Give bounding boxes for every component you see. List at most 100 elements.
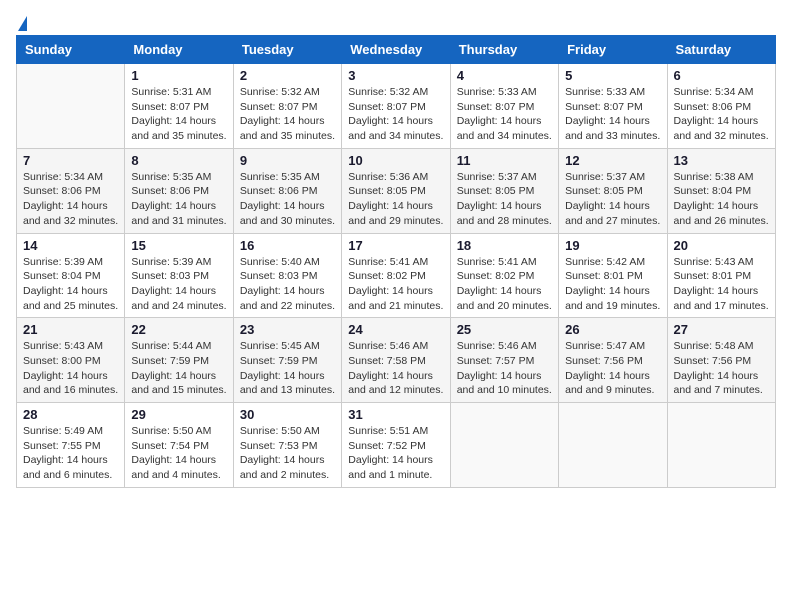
calendar-header-wednesday: Wednesday (342, 36, 450, 64)
day-number: 27 (674, 322, 769, 337)
daylight-line2: and and 35 minutes. (240, 129, 335, 144)
daylight-line1: Daylight: 14 hours (23, 369, 118, 384)
day-number: 23 (240, 322, 335, 337)
calendar-cell: 26Sunrise: 5:47 AMSunset: 7:56 PMDayligh… (559, 318, 667, 403)
daylight-line2: and and 13 minutes. (240, 383, 335, 398)
sunrise-text: Sunrise: 5:46 AM (457, 339, 552, 354)
day-number: 15 (131, 238, 226, 253)
sunrise-text: Sunrise: 5:42 AM (565, 255, 660, 270)
calendar-cell: 19Sunrise: 5:42 AMSunset: 8:01 PMDayligh… (559, 233, 667, 318)
calendar-header-row: SundayMondayTuesdayWednesdayThursdayFrid… (17, 36, 776, 64)
calendar-cell: 11Sunrise: 5:37 AMSunset: 8:05 PMDayligh… (450, 148, 558, 233)
day-info: Sunrise: 5:41 AMSunset: 8:02 PMDaylight:… (348, 255, 443, 314)
sunrise-text: Sunrise: 5:51 AM (348, 424, 443, 439)
daylight-line1: Daylight: 14 hours (240, 453, 335, 468)
day-number: 17 (348, 238, 443, 253)
sunrise-text: Sunrise: 5:38 AM (674, 170, 769, 185)
sunset-text: Sunset: 8:04 PM (23, 269, 118, 284)
calendar-cell: 16Sunrise: 5:40 AMSunset: 8:03 PMDayligh… (233, 233, 341, 318)
sunset-text: Sunset: 8:05 PM (348, 184, 443, 199)
sunrise-text: Sunrise: 5:32 AM (348, 85, 443, 100)
calendar-cell: 28 Sunrise: 5:49 AMSunset: 7:55 PMDayligh… (17, 403, 125, 488)
sunset-text: Sunset: 8:02 PM (457, 269, 552, 284)
daylight-line1: Daylight: 14 hours (23, 199, 118, 214)
sunrise-text: Sunrise: 5:41 AM (348, 255, 443, 270)
calendar-header-sunday: Sunday (17, 36, 125, 64)
day-number: 25 (457, 322, 552, 337)
day-info: Sunrise: 5:47 AMSunset: 7:56 PMDaylight:… (565, 339, 660, 398)
day-info: Sunrise: 5:31 AMSunset: 8:07 PMDaylight:… (131, 85, 226, 144)
day-info: Sunrise: 5:46 AMSunset: 7:58 PMDaylight:… (348, 339, 443, 398)
sunset-text: Sunset: 8:07 PM (348, 100, 443, 115)
sunrise-text: Sunrise: 5:41 AM (457, 255, 552, 270)
day-number: 21 (23, 322, 118, 337)
sunset-text: Sunset: 7:56 PM (674, 354, 769, 369)
day-info: Sunrise: 5:49 AMSunset: 7:55 PMDaylight:… (23, 424, 118, 483)
day-number: 13 (674, 153, 769, 168)
daylight-line2: and and 9 minutes. (565, 383, 660, 398)
calendar-week-row: 1 Sunrise: 5:31 AMSunset: 8:07 PMDaylight… (17, 64, 776, 149)
day-number: 7 (23, 153, 118, 168)
day-info: Sunrise: 5:48 AMSunset: 7:56 PMDaylight:… (674, 339, 769, 398)
daylight-line1: Daylight: 14 hours (674, 199, 769, 214)
calendar-cell: 15Sunrise: 5:39 AMSunset: 8:03 PMDayligh… (125, 233, 233, 318)
page-header (16, 16, 776, 27)
daylight-line2: and and 26 minutes. (674, 214, 769, 229)
daylight-line1: Daylight: 14 hours (240, 199, 335, 214)
calendar-header-thursday: Thursday (450, 36, 558, 64)
daylight-line1: Daylight: 14 hours (348, 453, 443, 468)
calendar-cell: 18Sunrise: 5:41 AMSunset: 8:02 PMDayligh… (450, 233, 558, 318)
daylight-line2: and and 24 minutes. (131, 299, 226, 314)
day-number: 14 (23, 238, 118, 253)
day-info: Sunrise: 5:43 AMSunset: 8:00 PMDaylight:… (23, 339, 118, 398)
sunset-text: Sunset: 8:06 PM (23, 184, 118, 199)
sunset-text: Sunset: 8:06 PM (131, 184, 226, 199)
daylight-line1: Daylight: 14 hours (131, 453, 226, 468)
day-info: Sunrise: 5:51 AMSunset: 7:52 PMDaylight:… (348, 424, 443, 483)
day-number: 10 (348, 153, 443, 168)
daylight-line1: Daylight: 14 hours (565, 114, 660, 129)
daylight-line2: and and 31 minutes. (131, 214, 226, 229)
sunrise-text: Sunrise: 5:35 AM (240, 170, 335, 185)
sunset-text: Sunset: 8:06 PM (240, 184, 335, 199)
day-info: Sunrise: 5:37 AMSunset: 8:05 PMDaylight:… (457, 170, 552, 229)
sunset-text: Sunset: 8:01 PM (565, 269, 660, 284)
calendar-header-tuesday: Tuesday (233, 36, 341, 64)
daylight-line1: Daylight: 14 hours (565, 199, 660, 214)
daylight-line2: and and 28 minutes. (457, 214, 552, 229)
calendar-cell: 10 Sunrise: 5:36 AMSunset: 8:05 PMDayligh… (342, 148, 450, 233)
sunset-text: Sunset: 8:02 PM (348, 269, 443, 284)
sunrise-text: Sunrise: 5:43 AM (674, 255, 769, 270)
calendar-cell: 30Sunrise: 5:50 AMSunset: 7:53 PMDayligh… (233, 403, 341, 488)
sunrise-text: Sunrise: 5:39 AM (131, 255, 226, 270)
sunset-text: Sunset: 7:56 PM (565, 354, 660, 369)
day-info: Sunrise: 5:40 AMSunset: 8:03 PMDaylight:… (240, 255, 335, 314)
sunset-text: Sunset: 7:52 PM (348, 439, 443, 454)
calendar-cell: 14Sunrise: 5:39 AMSunset: 8:04 PMDayligh… (17, 233, 125, 318)
day-info: Sunrise: 5:38 AMSunset: 8:04 PMDaylight:… (674, 170, 769, 229)
calendar-cell: 6Sunrise: 5:34 AMSunset: 8:06 PMDaylight… (667, 64, 775, 149)
calendar-cell (667, 403, 775, 488)
daylight-line2: and and 6 minutes. (23, 468, 118, 483)
day-number: 4 (457, 68, 552, 83)
daylight-line2: and and 21 minutes. (348, 299, 443, 314)
day-number: 1 (131, 68, 226, 83)
sunrise-text: Sunrise: 5:33 AM (457, 85, 552, 100)
day-info: Sunrise: 5:46 AMSunset: 7:57 PMDaylight:… (457, 339, 552, 398)
day-number: 30 (240, 407, 335, 422)
calendar-cell (17, 64, 125, 149)
sunrise-text: Sunrise: 5:49 AM (23, 424, 118, 439)
sunset-text: Sunset: 8:05 PM (457, 184, 552, 199)
daylight-line1: Daylight: 14 hours (240, 369, 335, 384)
daylight-line1: Daylight: 14 hours (674, 369, 769, 384)
calendar-header-saturday: Saturday (667, 36, 775, 64)
daylight-line1: Daylight: 14 hours (348, 114, 443, 129)
day-number: 29 (131, 407, 226, 422)
day-info: Sunrise: 5:36 AMSunset: 8:05 PMDaylight:… (348, 170, 443, 229)
calendar-cell: 4Sunrise: 5:33 AMSunset: 8:07 PMDaylight… (450, 64, 558, 149)
daylight-line2: and and 20 minutes. (457, 299, 552, 314)
daylight-line2: and and 19 minutes. (565, 299, 660, 314)
day-number: 8 (131, 153, 226, 168)
day-info: Sunrise: 5:45 AMSunset: 7:59 PMDaylight:… (240, 339, 335, 398)
day-number: 28 (23, 407, 118, 422)
